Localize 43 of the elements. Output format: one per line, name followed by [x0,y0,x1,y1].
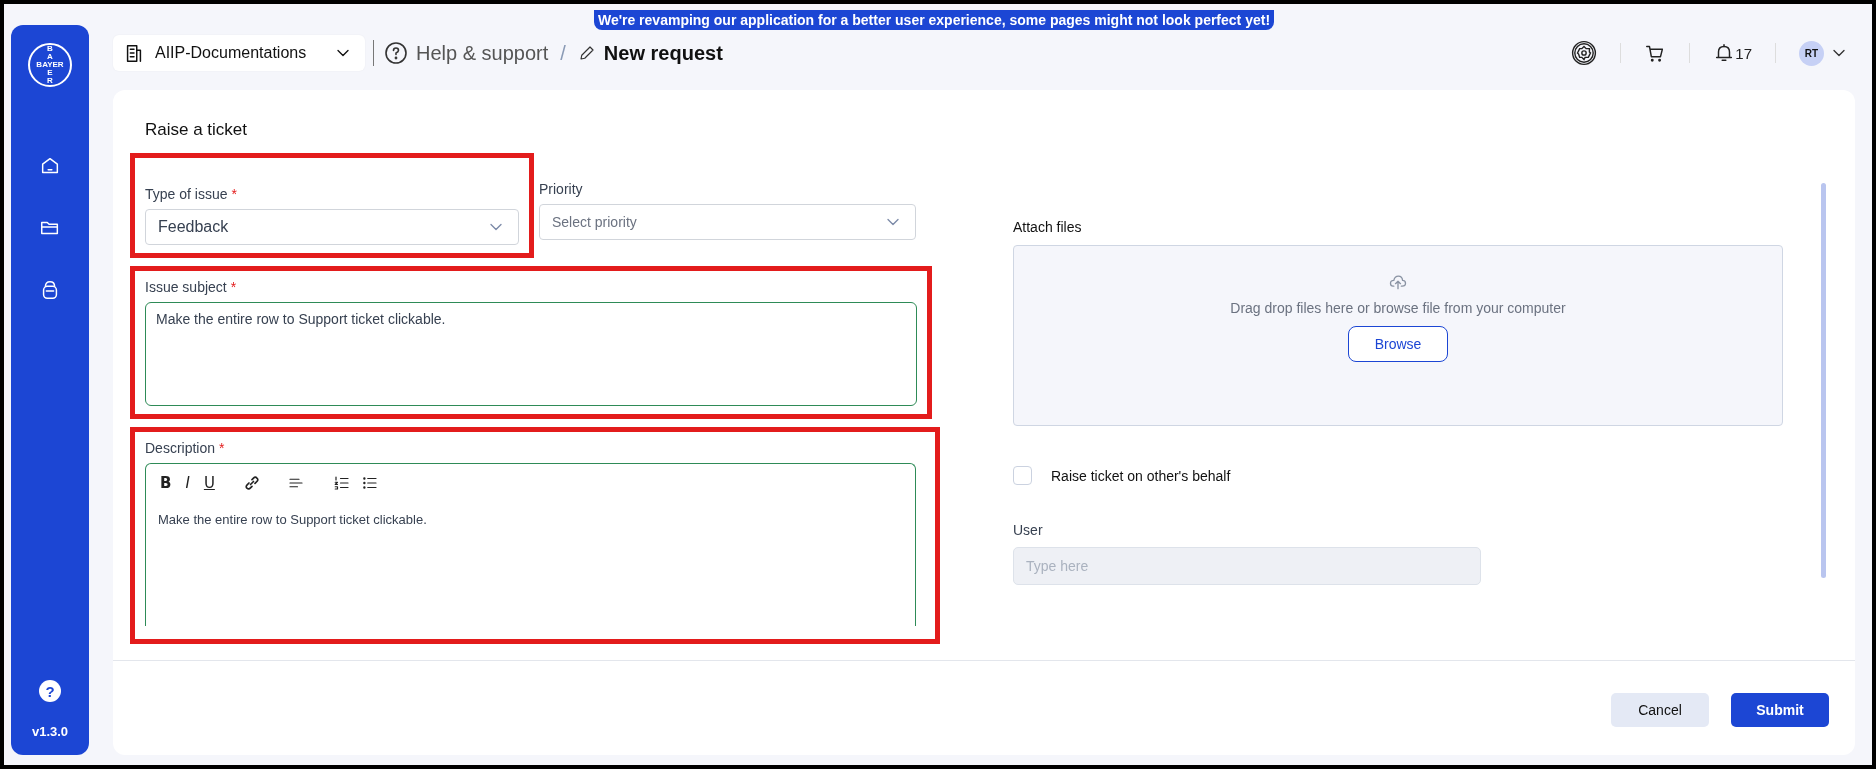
attach-label: Attach files [1013,219,1082,235]
required-mark: * [219,440,225,456]
issue-type-select[interactable]: Feedback [145,209,519,245]
version-label: v1.3.0 [31,724,69,739]
checkbox[interactable] [1013,466,1032,485]
bullet-list-icon[interactable] [360,474,379,492]
subject-field[interactable]: Make the entire row to Support ticket clickable. [145,302,917,406]
required-mark: * [231,186,237,202]
required-mark: * [230,279,237,295]
bold-button[interactable]: B [158,474,174,492]
workspace-dropdown[interactable]: AIIP-Documentations [113,35,365,71]
logo-text: BAYER [36,61,64,69]
priority-select[interactable]: Select priority [539,204,916,240]
breadcrumb-separator: / [560,41,566,65]
dropzone-hint: Drag drop files here or browse file from your computer [1230,300,1566,316]
form-title: Raise a ticket [144,119,249,141]
logo-text: BA [46,45,54,61]
avatar[interactable]: RT [1799,40,1824,66]
announcement-banner: We're revamping our application for a better user experience, some pages might not look perfect yet! [594,10,1274,30]
scrollbar[interactable] [1821,183,1826,578]
pencil-icon [577,44,596,62]
italic-button[interactable]: I [183,474,192,492]
help-button[interactable]: ? [39,680,61,702]
description-editor[interactable]: B I U Make the entire row to Support ticket clickable. [145,463,916,626]
underline-button[interactable]: U [201,474,217,492]
field-label: Description [145,440,216,456]
file-dropzone[interactable]: Drag drop files here or browse file from your computer Browse [1013,245,1783,426]
browse-button[interactable]: Browse [1348,326,1448,362]
breadcrumb-link[interactable]: Help & support [416,41,549,65]
notification-count: 17 [1735,44,1752,62]
logo-text: ER [46,69,54,85]
submit-button[interactable]: Submit [1731,693,1829,727]
cancel-button[interactable]: Cancel [1611,693,1709,727]
numbered-list-icon[interactable] [332,474,351,492]
field-label: Priority [539,181,583,197]
field-label: Type of issue [145,186,228,202]
link-icon[interactable] [242,474,261,492]
field-label: User [1013,522,1043,538]
settings-icon[interactable] [1571,40,1598,66]
checkbox-label: Raise ticket on other's behalf [1051,467,1231,484]
field-label: Issue subject [145,279,227,295]
help-icon [384,41,408,65]
description-text: Make the entire row to Support ticket clickable. [158,512,428,527]
